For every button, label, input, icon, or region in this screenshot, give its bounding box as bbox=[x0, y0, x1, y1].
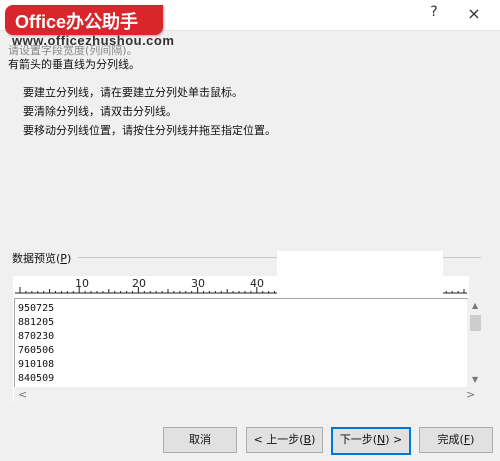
next-button[interactable]: 下一步(N) > bbox=[331, 427, 411, 455]
scroll-thumb[interactable] bbox=[470, 315, 481, 331]
instruction-bullet-3: 要移动分列线位置，请按住分列线并拖至指定位置。 bbox=[23, 124, 276, 137]
preview-row: 910108 bbox=[18, 359, 55, 370]
scroll-right-icon[interactable]: > bbox=[466, 388, 475, 401]
close-button[interactable]: × bbox=[462, 4, 486, 26]
logo-text: Office办公助手 bbox=[15, 12, 139, 32]
office-logo: Office办公助手 bbox=[5, 5, 163, 35]
ruler-label-10: 10 bbox=[75, 277, 89, 290]
preview-row: 760506 bbox=[18, 345, 55, 356]
ruler-label-20: 20 bbox=[132, 277, 146, 290]
scroll-left-icon[interactable]: < bbox=[18, 388, 27, 401]
instruction-line-2: 有箭头的垂直线为分列线。 bbox=[8, 58, 140, 71]
preview-row: 950725 bbox=[18, 303, 55, 314]
help-button[interactable]: ? bbox=[424, 4, 444, 26]
vertical-scrollbar[interactable]: ▲ ▼ bbox=[467, 299, 484, 388]
finish-button[interactable]: 完成(F) bbox=[419, 427, 493, 453]
ruler-label-30: 30 bbox=[191, 277, 205, 290]
scroll-up-icon[interactable]: ▲ bbox=[472, 301, 478, 310]
watermark-url: www.officezhushou.com bbox=[12, 33, 175, 48]
instruction-bullet-2: 要清除分列线，请双击分列线。 bbox=[23, 105, 177, 118]
preview-row: 870230 bbox=[18, 331, 55, 342]
blank-overlay bbox=[277, 251, 443, 296]
horizontal-scrollbar[interactable]: < > bbox=[14, 387, 484, 402]
preview-row: 840509 bbox=[18, 373, 55, 384]
preview-row: 881205 bbox=[18, 317, 55, 328]
cancel-button[interactable]: 取消 bbox=[163, 427, 237, 453]
scroll-down-icon[interactable]: ▼ bbox=[472, 375, 478, 384]
instruction-bullet-1: 要建立分列线，请在要建立分列处单击鼠标。 bbox=[23, 86, 243, 99]
data-preview-label: 数据预览(P) bbox=[12, 252, 72, 265]
preview-content[interactable]: 950725 881205 870230 760506 910108 84050… bbox=[14, 298, 468, 389]
back-button[interactable]: < 上一步(B) bbox=[246, 427, 323, 453]
ruler-label-40: 40 bbox=[250, 277, 264, 290]
